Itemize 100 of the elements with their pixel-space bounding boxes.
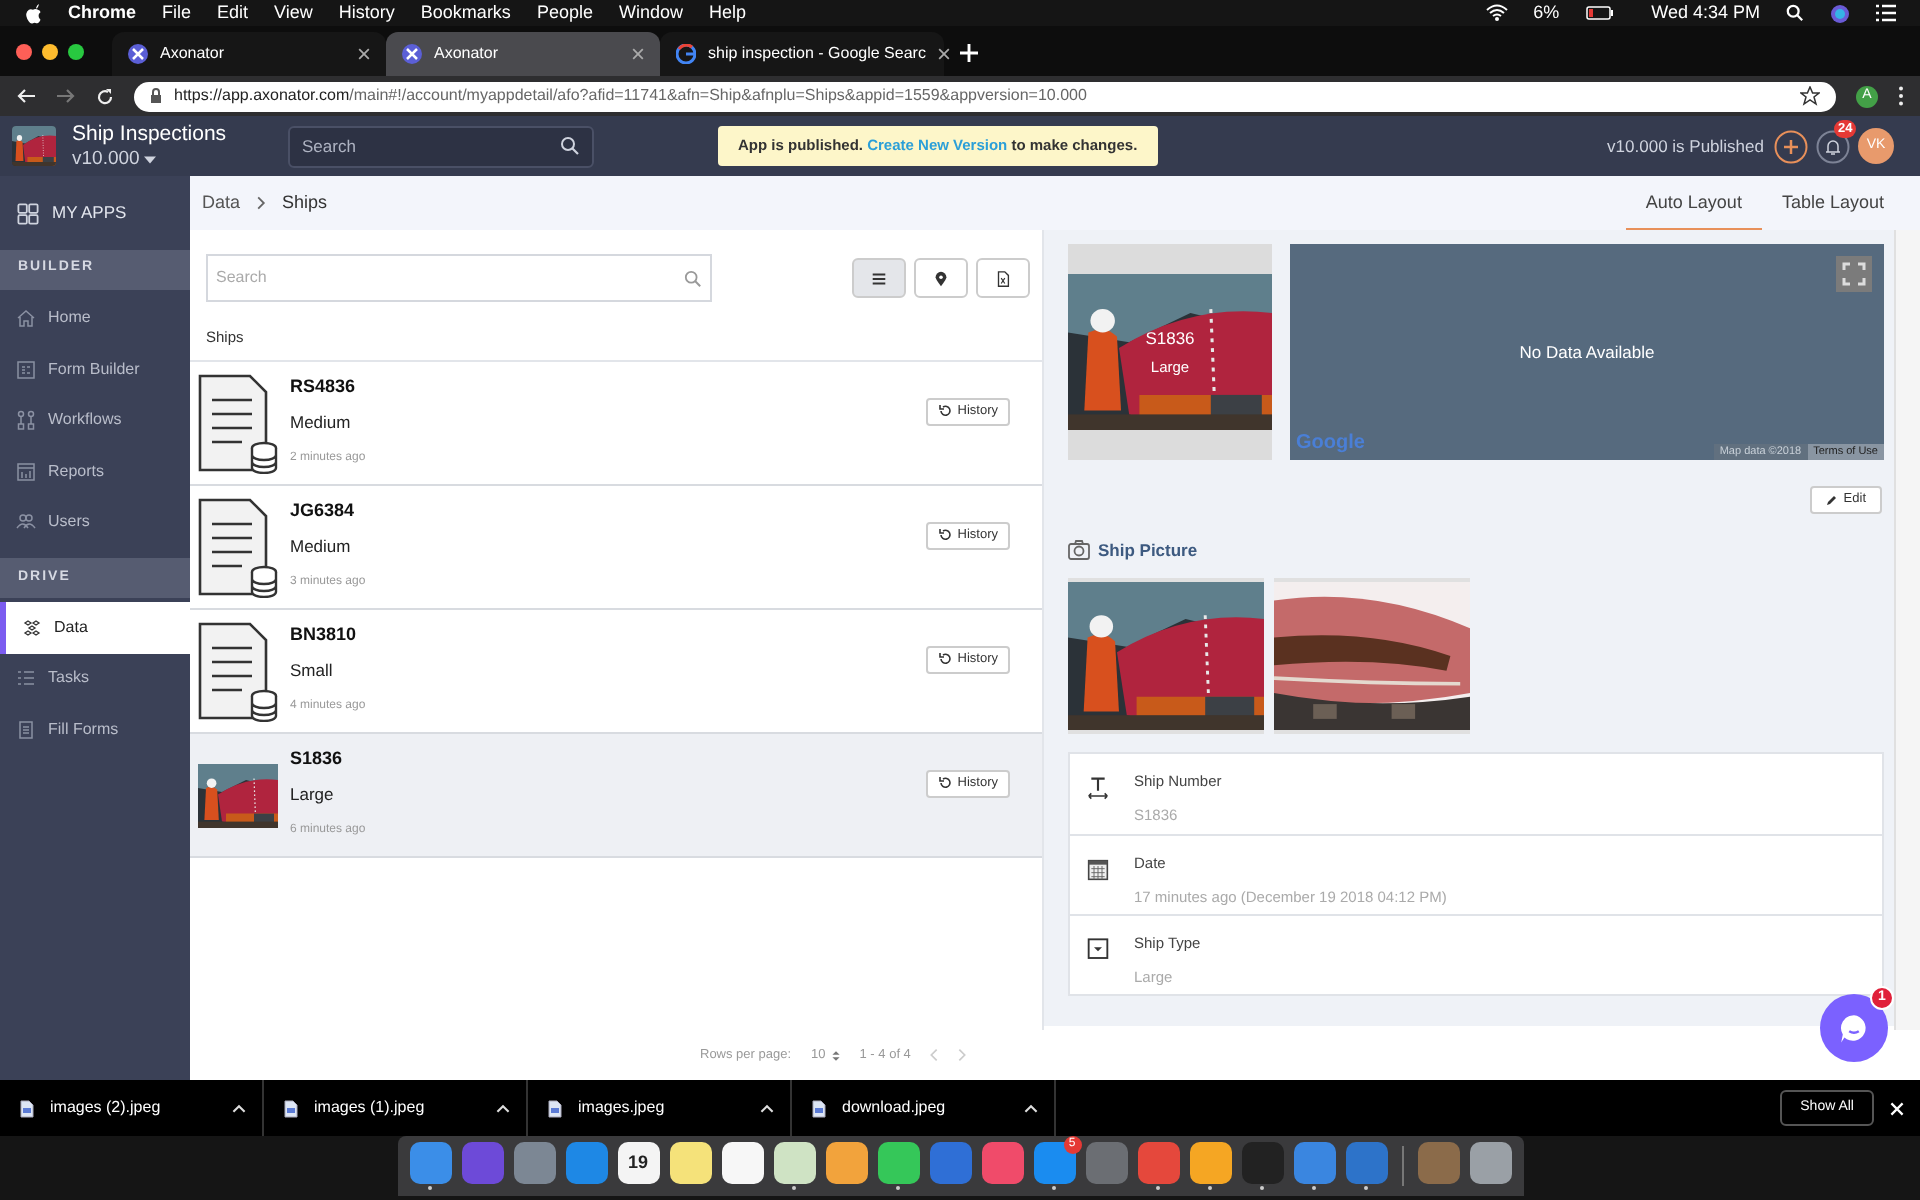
scrollbar[interactable] bbox=[1894, 230, 1920, 1030]
browser-tab[interactable]: Axonator bbox=[112, 32, 386, 76]
image-file-icon bbox=[812, 1099, 826, 1117]
battery-icon[interactable] bbox=[1585, 6, 1614, 20]
caret-up-icon bbox=[760, 1103, 774, 1113]
dropdown-icon bbox=[1086, 937, 1110, 962]
app-icon[interactable] bbox=[773, 1142, 815, 1184]
workflow-icon bbox=[16, 410, 36, 431]
version-dropdown[interactable]: v10.000 bbox=[72, 147, 278, 171]
record-number: JG6384 bbox=[290, 498, 357, 522]
menu-item[interactable]: Help bbox=[708, 0, 746, 27]
add-icon[interactable] bbox=[1774, 129, 1808, 163]
bell-icon[interactable] bbox=[1816, 129, 1850, 163]
siri-icon[interactable] bbox=[1830, 3, 1850, 23]
list-icon bbox=[870, 269, 888, 287]
breadcrumb-link[interactable]: Ships bbox=[282, 189, 328, 217]
zoom-window-icon[interactable] bbox=[68, 43, 84, 59]
lock-icon bbox=[150, 88, 162, 104]
app-name: Ship Inspections bbox=[72, 121, 229, 147]
users-icon bbox=[16, 512, 36, 533]
search-icon[interactable] bbox=[1786, 4, 1804, 22]
close-icon[interactable] bbox=[1890, 1101, 1904, 1115]
sidebar-item[interactable]: MY APPS bbox=[0, 188, 190, 239]
app-icon[interactable] bbox=[1189, 1142, 1231, 1184]
app-logo-icon bbox=[402, 44, 422, 64]
document-icon bbox=[16, 719, 36, 740]
app-icon[interactable] bbox=[669, 1142, 711, 1184]
search-field[interactable]: Search bbox=[288, 125, 594, 167]
camera-icon bbox=[1068, 540, 1090, 561]
list-view-button[interactable] bbox=[852, 258, 906, 298]
sidebar-item[interactable]: Users bbox=[0, 497, 190, 548]
sidebar-item[interactable]: Data bbox=[0, 602, 190, 653]
wifi-icon[interactable] bbox=[1485, 4, 1508, 22]
chat-icon bbox=[1838, 1012, 1870, 1044]
menu-item[interactable]: View bbox=[274, 0, 313, 27]
menu-item[interactable]: Edit bbox=[217, 0, 249, 27]
calendar-icon bbox=[1086, 857, 1110, 882]
menu-item[interactable]: People bbox=[536, 0, 593, 27]
publish-status: v10.000 is Published bbox=[1607, 133, 1764, 159]
sidebar-item[interactable]: Form Builder bbox=[0, 344, 190, 395]
export-button[interactable] bbox=[976, 258, 1030, 298]
sidebar-item[interactable]: Tasks bbox=[0, 653, 190, 704]
back-arrow-icon[interactable] bbox=[16, 88, 36, 104]
record-number: RS4836 bbox=[290, 374, 358, 398]
record-type: Medium bbox=[290, 410, 353, 434]
menu-icon[interactable] bbox=[1876, 4, 1896, 22]
app-icon[interactable] bbox=[877, 1142, 919, 1184]
record-number: BN3810 bbox=[290, 622, 359, 646]
text-field-icon bbox=[1086, 775, 1110, 800]
breadcrumb-link[interactable]: Data bbox=[202, 189, 241, 217]
minimize-window-icon[interactable] bbox=[42, 43, 58, 59]
clock[interactable]: Wed 4:34 PM bbox=[1651, 0, 1760, 27]
address-field[interactable]: https://app.axonator.com/main#!/account/myappdetail/afo?afid=11741&afn=Ship&afnplu=Ships&appid=1559&appversion=10.000 bbox=[134, 81, 1836, 111]
close-tab-icon[interactable] bbox=[358, 48, 370, 60]
menu-item[interactable]: Chrome bbox=[68, 0, 137, 27]
url-text: https://app.axonator.com/main#!/account/myappdetail/afo?afid=11741&afn=Ship&afnplu=Ships&appid=1559&appversion=10.000 bbox=[174, 84, 1089, 108]
browser-tab[interactable]: Axonator bbox=[386, 32, 660, 76]
map-message: No Data Available bbox=[1519, 339, 1655, 365]
layout-tab[interactable]: Table Layout bbox=[1761, 180, 1904, 230]
forward-arrow-icon[interactable] bbox=[56, 88, 76, 104]
app-icon[interactable] bbox=[825, 1142, 867, 1184]
record-number: S1836 bbox=[290, 746, 345, 770]
pin-icon bbox=[932, 269, 950, 287]
more-icon[interactable] bbox=[1898, 86, 1904, 106]
caret-icon bbox=[143, 155, 156, 163]
history-icon bbox=[937, 652, 952, 666]
fullscreen-icon[interactable] bbox=[1836, 256, 1872, 292]
pencil-icon bbox=[1825, 494, 1838, 506]
apple-icon[interactable] bbox=[24, 3, 42, 23]
tab-title: ship inspection - Google Searc bbox=[708, 42, 926, 66]
menu-item[interactable]: Window bbox=[618, 0, 683, 27]
star-icon[interactable] bbox=[1800, 86, 1820, 106]
map-view-button[interactable] bbox=[914, 258, 968, 298]
sidebar-item[interactable]: Reports bbox=[0, 446, 190, 497]
browser-tab[interactable]: ship inspection - Google Searc bbox=[660, 32, 944, 76]
new-tab-icon[interactable] bbox=[960, 44, 978, 62]
reload-icon[interactable] bbox=[96, 87, 114, 105]
record-number: S1836 bbox=[1145, 325, 1195, 351]
close-tab-icon[interactable] bbox=[937, 48, 950, 60]
app-icon[interactable] bbox=[721, 1142, 763, 1184]
tab-title: Axonator bbox=[160, 42, 227, 66]
caret-up-icon bbox=[1024, 1103, 1038, 1113]
sidebar-item[interactable]: Workflows bbox=[0, 395, 190, 446]
menu-item[interactable]: File bbox=[162, 0, 192, 27]
app-icon[interactable] bbox=[1469, 1142, 1511, 1184]
sort-caret-icon bbox=[831, 1049, 840, 1061]
image-file-icon bbox=[20, 1099, 34, 1117]
history-icon bbox=[937, 404, 952, 418]
document-database-icon bbox=[198, 373, 278, 473]
app-icon[interactable]: 19 bbox=[617, 1142, 659, 1184]
menu-item[interactable]: Bookmarks bbox=[420, 0, 511, 27]
image-file-icon bbox=[284, 1099, 298, 1117]
close-window-icon[interactable] bbox=[16, 43, 32, 59]
battery-percent: 6% bbox=[1533, 0, 1560, 26]
sidebar-item[interactable]: Home bbox=[0, 293, 190, 344]
close-tab-icon[interactable] bbox=[632, 48, 644, 60]
search-icon[interactable] bbox=[560, 136, 580, 156]
menu-item[interactable]: History bbox=[338, 0, 395, 27]
sidebar-item[interactable]: Fill Forms bbox=[0, 704, 190, 755]
caret-up-icon bbox=[496, 1103, 510, 1113]
